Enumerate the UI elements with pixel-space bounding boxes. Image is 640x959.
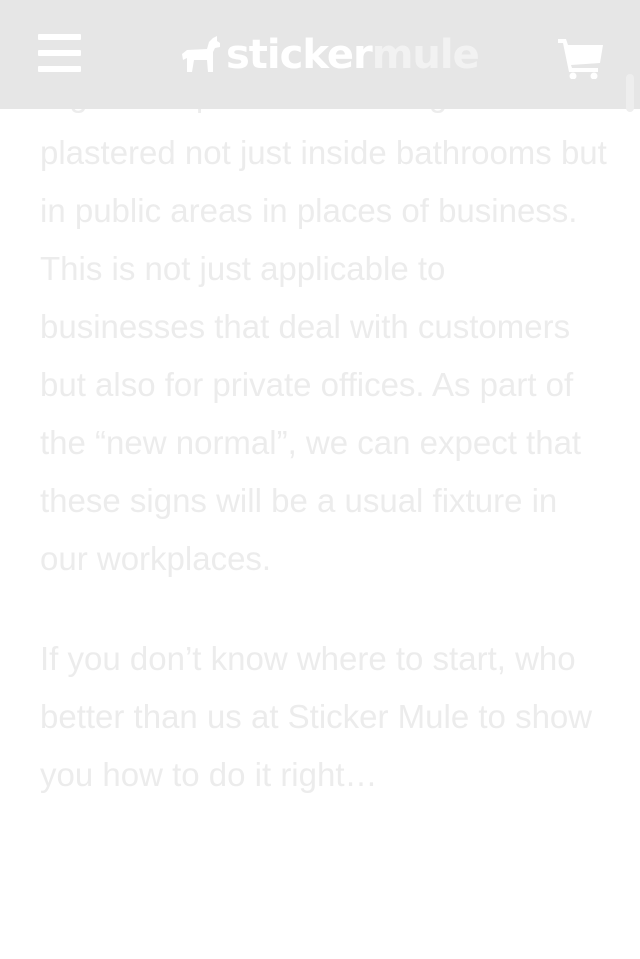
hamburger-bar bbox=[38, 34, 81, 40]
logo-wordmark: stickermule bbox=[226, 32, 480, 78]
hamburger-bar bbox=[38, 66, 81, 72]
hamburger-menu-icon[interactable] bbox=[38, 34, 81, 72]
hamburger-bar bbox=[38, 50, 81, 56]
article-body: Signs that promote washing should be pla… bbox=[40, 66, 610, 804]
mule-icon bbox=[182, 36, 220, 72]
scrollbar-thumb[interactable] bbox=[626, 74, 634, 112]
article-paragraph: If you don’t know where to start, who be… bbox=[40, 640, 593, 793]
sticker-mule-logo[interactable]: stickermule bbox=[180, 30, 480, 78]
shopping-cart-icon[interactable] bbox=[558, 37, 604, 79]
page: Signs that promote washing should be pla… bbox=[0, 0, 640, 959]
site-header: stickermule bbox=[0, 0, 640, 109]
logo-word-sticker: sticker bbox=[226, 32, 373, 78]
article-paragraph: Signs that promote washing should be pla… bbox=[40, 76, 607, 577]
logo-word-mule: mule bbox=[371, 32, 480, 78]
